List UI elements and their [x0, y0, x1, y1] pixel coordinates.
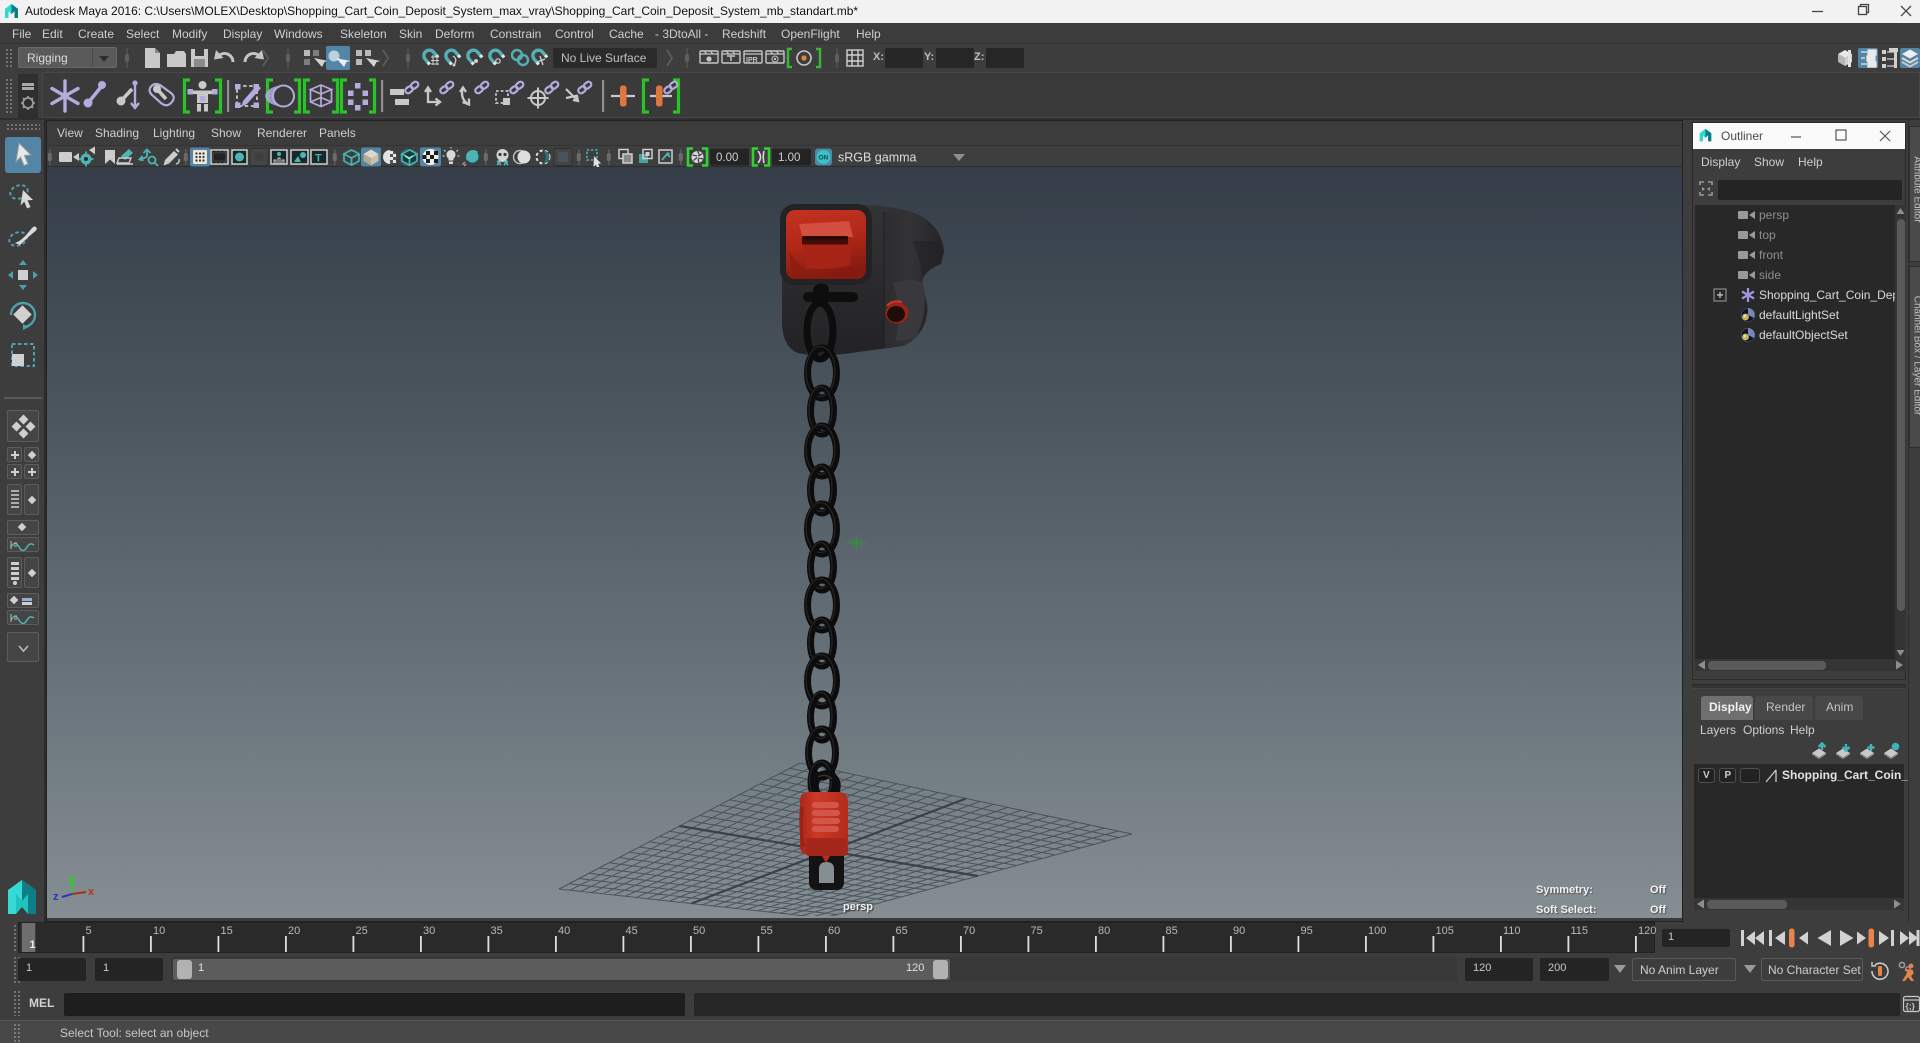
svg-text:T: T	[315, 153, 322, 165]
svg-text:IPR: IPR	[746, 57, 758, 64]
svg-text:115: 115	[1571, 925, 1589, 937]
svg-text:y: y	[69, 878, 76, 890]
svg-text:25: 25	[356, 925, 368, 937]
svg-text:70: 70	[963, 925, 975, 937]
svg-text:45: 45	[626, 925, 638, 937]
svg-text:30: 30	[423, 925, 435, 937]
svg-text:85: 85	[1166, 925, 1178, 937]
svg-text:15: 15	[221, 925, 233, 937]
svg-text:90: 90	[1233, 925, 1245, 937]
svg-text:x: x	[88, 886, 95, 898]
svg-text:sRGB gamma: sRGB gamma	[838, 151, 917, 165]
svg-text:105: 105	[1436, 925, 1454, 937]
svg-text:110: 110	[1503, 925, 1521, 937]
svg-text:ON: ON	[819, 155, 829, 162]
svg-text:1.00: 1.00	[778, 152, 800, 164]
svg-text:No Live Surface: No Live Surface	[561, 51, 647, 65]
svg-text:100: 100	[1368, 925, 1386, 937]
svg-text:5: 5	[86, 925, 92, 937]
svg-text:75: 75	[1031, 925, 1043, 937]
svg-text:55: 55	[761, 925, 773, 937]
svg-text:35: 35	[491, 925, 503, 937]
svg-text:60: 60	[828, 925, 840, 937]
svg-text:z: z	[53, 891, 59, 903]
svg-text:20: 20	[288, 925, 300, 937]
svg-text:{;}: {;}	[1906, 1001, 1916, 1011]
svg-text:120: 120	[1638, 925, 1656, 937]
svg-text:80: 80	[1098, 925, 1110, 937]
svg-text:10: 10	[153, 925, 165, 937]
svg-text:95: 95	[1301, 925, 1313, 937]
svg-text:40: 40	[558, 925, 570, 937]
svg-text:0.00: 0.00	[716, 152, 738, 164]
svg-text:65: 65	[896, 925, 908, 937]
svg-text:50: 50	[693, 925, 705, 937]
svg-text:1: 1	[30, 939, 36, 951]
